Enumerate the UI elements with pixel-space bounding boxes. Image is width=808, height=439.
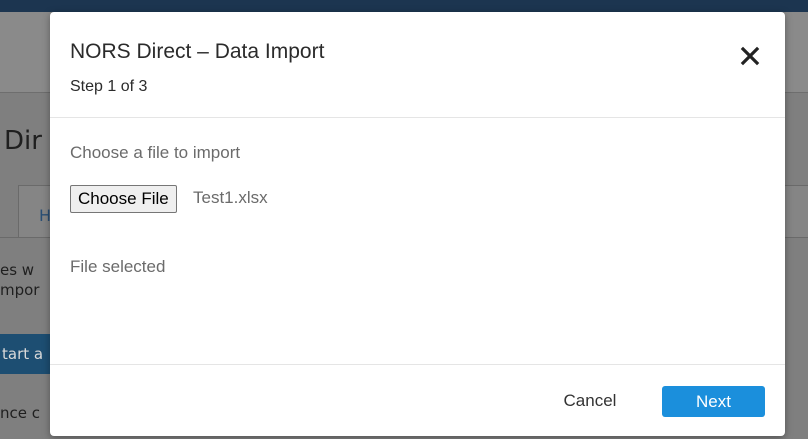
selected-file-name: Test1.xlsx	[193, 188, 268, 207]
choose-file-label: Choose a file to import	[70, 143, 241, 162]
app-text-left: es w mpor	[0, 260, 39, 300]
next-button[interactable]: Next	[662, 386, 765, 417]
modal-footer: Cancel Next	[50, 364, 785, 436]
app-page-title: Dir	[4, 126, 42, 156]
app-text-left-line2: mpor	[0, 281, 40, 299]
cancel-button[interactable]: Cancel	[550, 385, 630, 417]
modal-header: NORS Direct – Data Import Step 1 of 3	[50, 12, 785, 118]
app-text-left-line1: es w	[0, 261, 35, 279]
choose-file-button[interactable]: Choose File	[70, 185, 177, 213]
page: Dir H o es w mpor d i tart a nce c NORS …	[0, 0, 808, 439]
modal-title: NORS Direct – Data Import	[70, 40, 325, 63]
app-top-bar	[0, 0, 808, 12]
data-import-modal: NORS Direct – Data Import Step 1 of 3 Ch…	[50, 12, 785, 436]
file-status-text: File selected	[70, 257, 166, 276]
modal-step-indicator: Step 1 of 3	[70, 78, 148, 95]
close-button[interactable]	[738, 44, 762, 68]
modal-body: Choose a file to import Choose File Test…	[50, 118, 785, 364]
close-icon	[740, 46, 760, 66]
app-text-bottom: nce c	[0, 404, 40, 422]
